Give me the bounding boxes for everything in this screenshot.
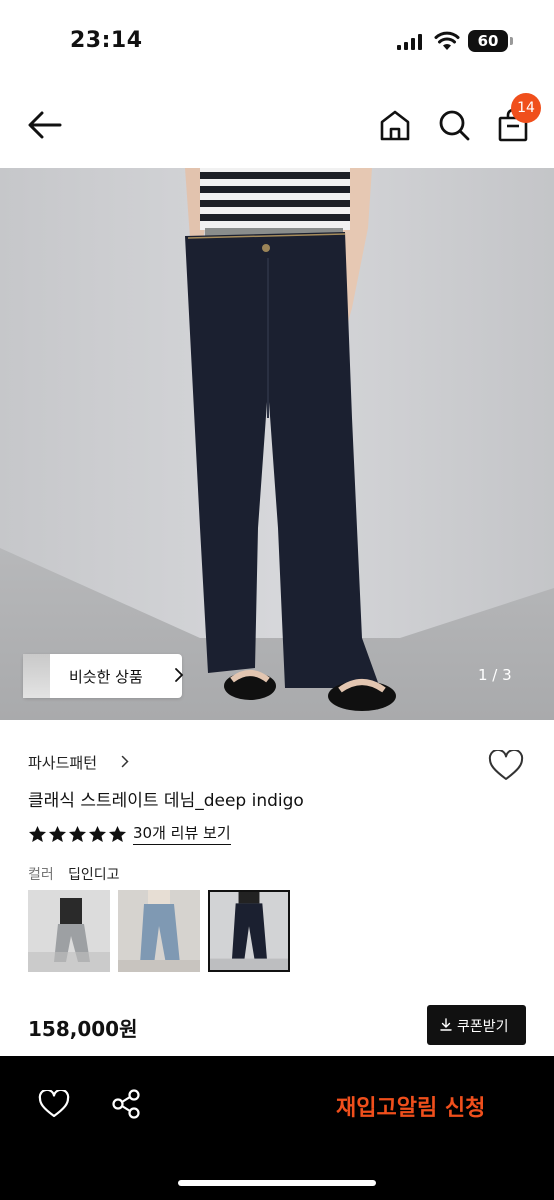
star-icon: [108, 825, 127, 843]
star-icon: [48, 825, 67, 843]
product-name: 클래식 스트레이트 데님_deep indigo: [28, 791, 304, 811]
image-pager: 1 / 3: [478, 666, 512, 684]
download-icon: [440, 1018, 452, 1031]
product-photo: [0, 168, 554, 720]
heart-icon[interactable]: [38, 1090, 70, 1118]
star-icon: [68, 825, 87, 843]
share-icon[interactable]: [112, 1089, 140, 1119]
home-indicator[interactable]: [178, 1180, 376, 1186]
rating-stars: [28, 825, 127, 843]
home-icon[interactable]: [378, 108, 412, 142]
selected-color-value: 딥인디고: [68, 867, 120, 883]
color-swatch-light-blue[interactable]: [118, 890, 200, 972]
chevron-right-icon[interactable]: [121, 755, 129, 768]
color-swatch-deep-indigo[interactable]: [208, 890, 290, 972]
color-swatch-grey[interactable]: [28, 890, 110, 972]
back-arrow-icon[interactable]: [26, 108, 64, 142]
similar-products-button[interactable]: 비슷한 상품: [23, 654, 184, 698]
swatch-thumbnail: [210, 892, 288, 970]
product-price: 158,000원: [28, 1017, 138, 1041]
coupon-button-label: 쿠폰받기: [457, 1019, 509, 1035]
swatch-thumbnail: [28, 890, 110, 972]
chevron-right-icon: [175, 668, 184, 682]
review-link[interactable]: 30개 리뷰 보기: [133, 823, 231, 845]
heart-icon[interactable]: [488, 750, 524, 782]
color-option-label: 컬러: [28, 867, 54, 883]
cellular-signal-icon: [397, 34, 422, 50]
similar-products-thumbnails: [23, 654, 51, 698]
swatch-thumbnail: [118, 890, 200, 972]
wifi-icon: [434, 31, 460, 50]
status-time: 23:14: [70, 28, 143, 53]
top-nav-bar: 14: [0, 80, 554, 168]
bottom-action-bar: 재입고알림 신청: [0, 1056, 554, 1200]
similar-products-label: 비슷한 상품: [69, 668, 143, 686]
star-icon: [28, 825, 47, 843]
status-bar: 23:14 60: [0, 0, 554, 80]
product-image-gallery[interactable]: 비슷한 상품 1 / 3: [0, 168, 554, 720]
restock-alert-button[interactable]: 재입고알림 신청: [336, 1090, 485, 1122]
star-icon: [88, 825, 107, 843]
cart-count-badge: 14: [511, 93, 541, 123]
coupon-download-button[interactable]: 쿠폰받기: [427, 1005, 526, 1045]
brand-name-link[interactable]: 파사드패턴: [28, 752, 97, 773]
battery-indicator: 60: [468, 30, 513, 52]
search-icon[interactable]: [437, 108, 471, 142]
